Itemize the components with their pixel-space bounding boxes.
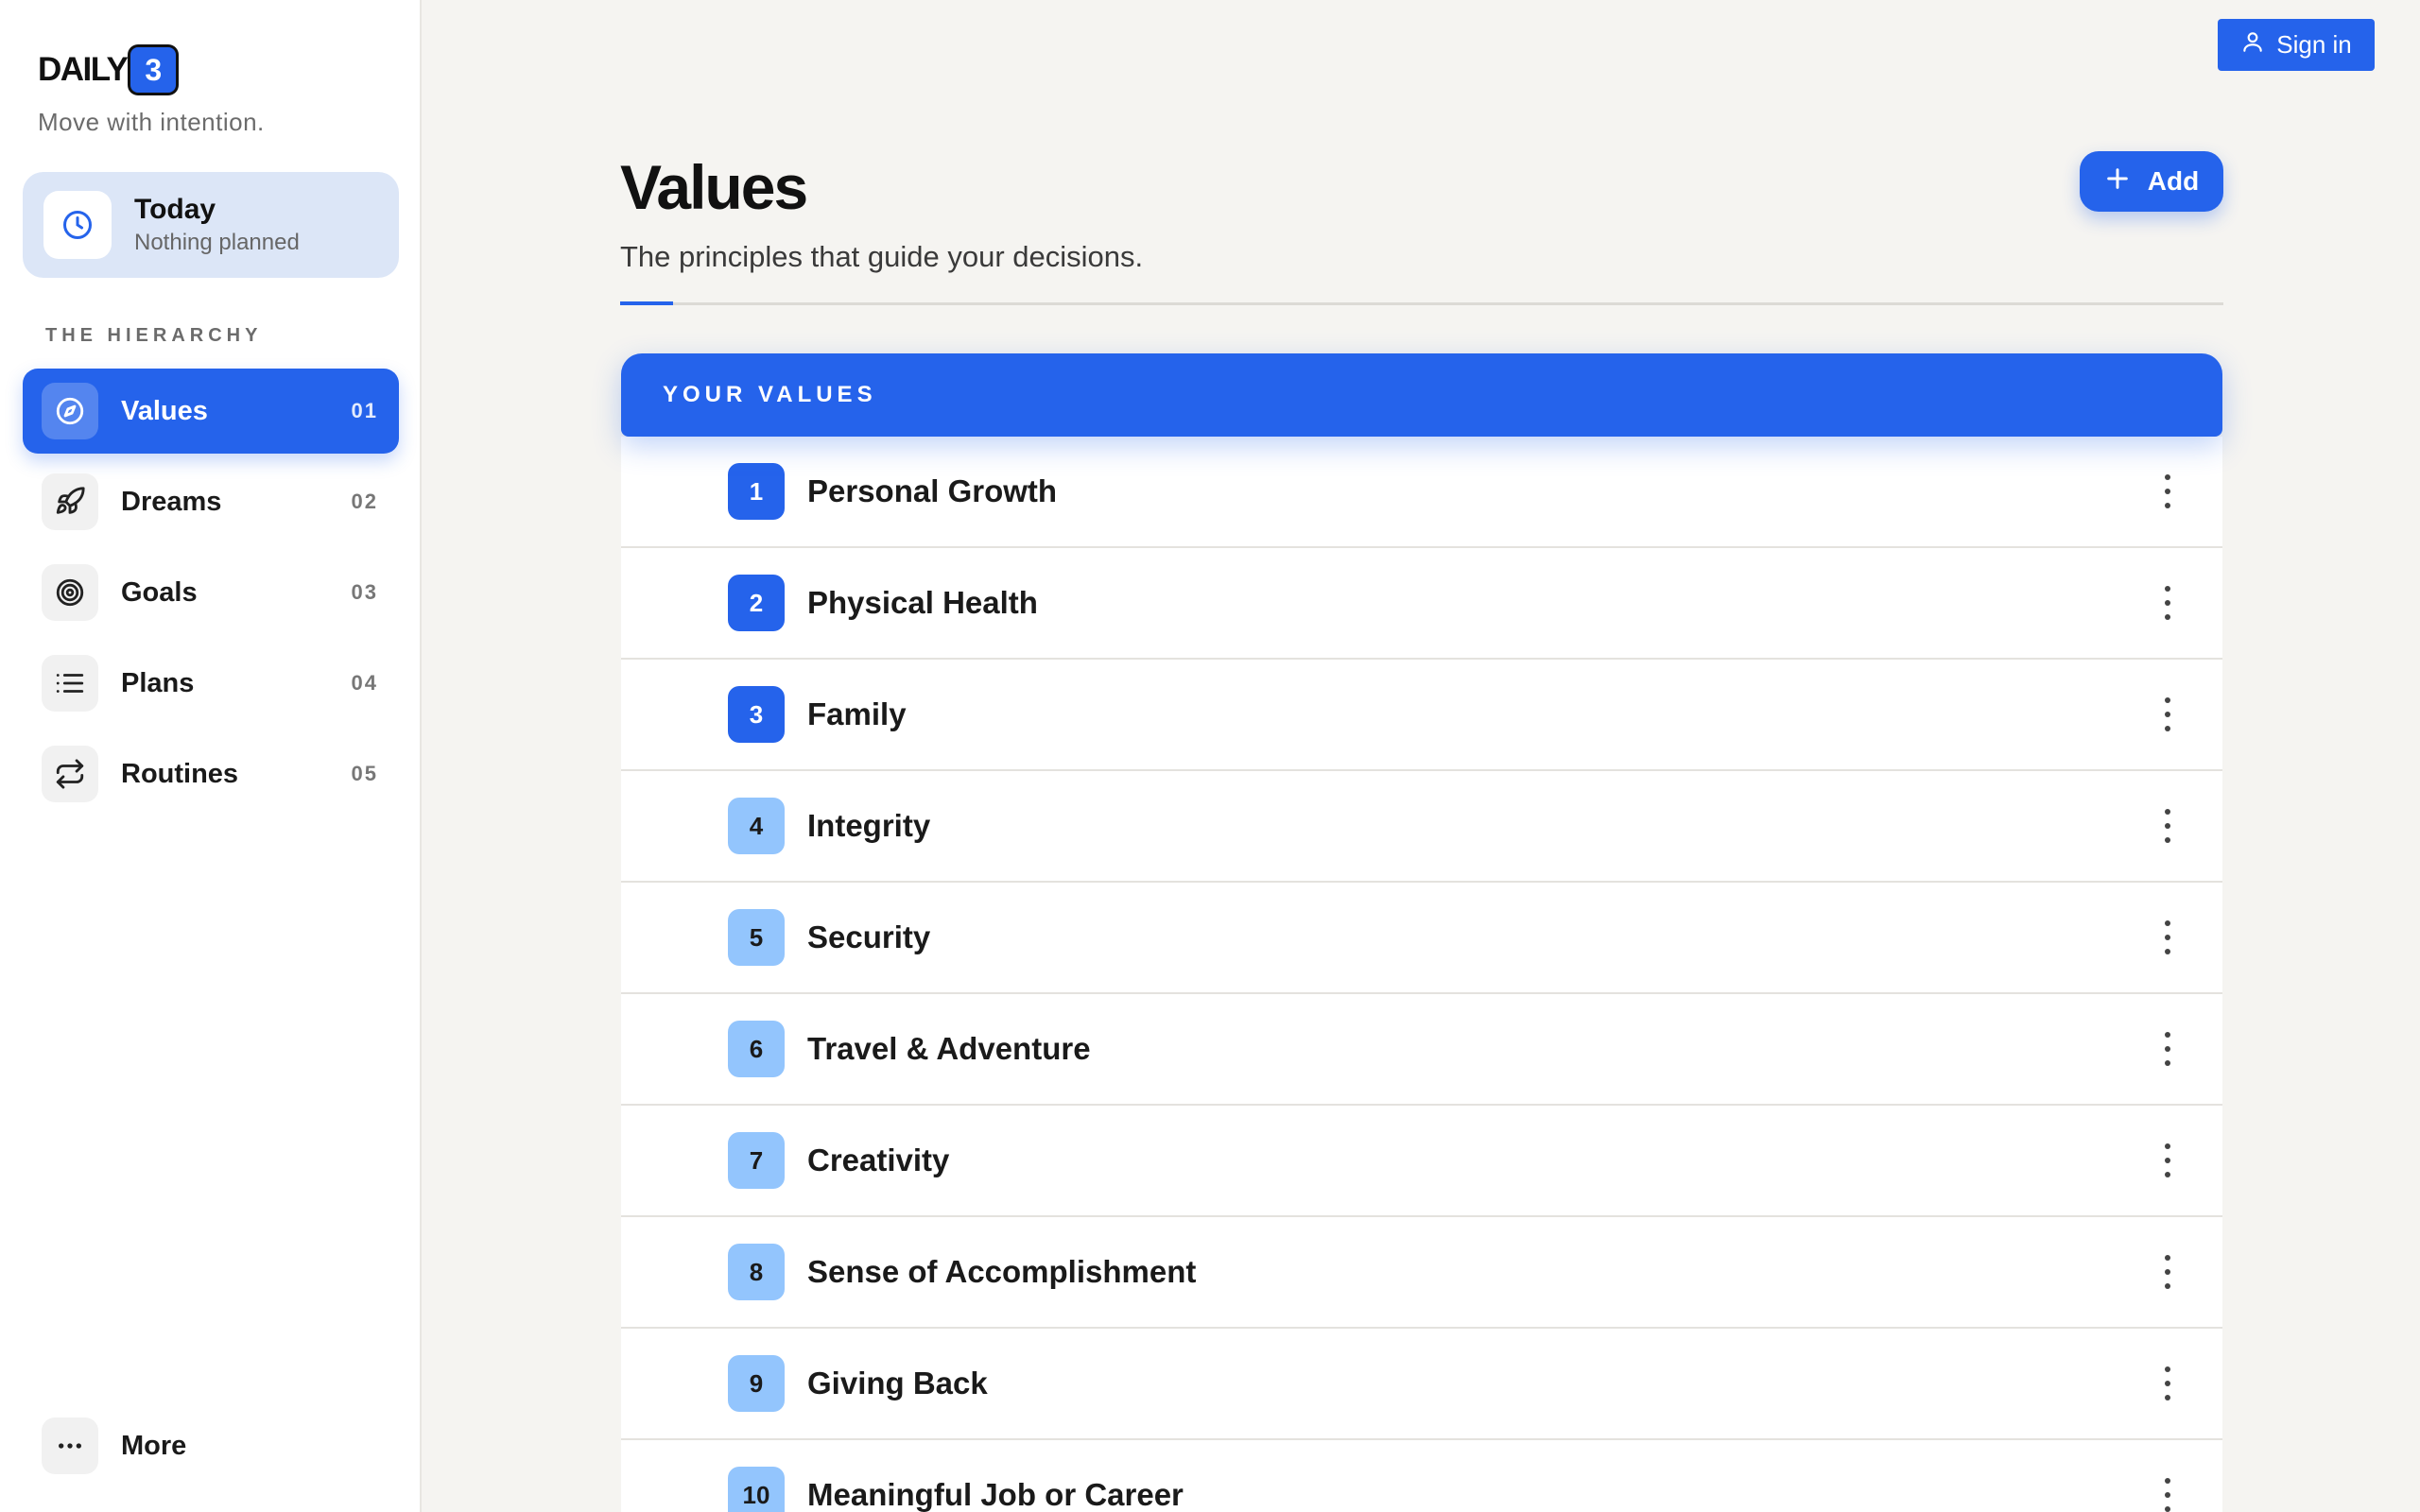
today-card[interactable]: Today Nothing planned <box>23 172 399 278</box>
tagline: Move with intention. <box>38 108 265 136</box>
target-icon <box>42 564 98 621</box>
sidebar: DAILY 3 Move with intention. Today Nothi… <box>0 0 422 1512</box>
value-name: Meaningful Job or Career <box>807 1477 1184 1512</box>
sidebar-item-number: 05 <box>351 762 378 785</box>
rocket-icon <box>42 473 98 530</box>
value-row[interactable]: 10 Meaningful Job or Career <box>621 1440 2222 1512</box>
logo[interactable]: DAILY 3 <box>38 47 177 93</box>
user-icon <box>2240 29 2265 60</box>
value-name: Security <box>807 919 931 954</box>
value-row[interactable]: 9 Giving Back <box>621 1329 2222 1440</box>
value-rank-badge: 10 <box>728 1467 785 1512</box>
kebab-menu-icon[interactable] <box>2162 920 2173 954</box>
value-rank-badge: 8 <box>728 1244 785 1300</box>
title-divider-accent <box>620 301 673 305</box>
compass-icon <box>42 383 98 439</box>
more-label: More <box>121 1430 187 1461</box>
sign-in-button[interactable]: Sign in <box>2218 19 2375 71</box>
sidebar-item-label: Plans <box>121 667 195 698</box>
kebab-menu-icon[interactable] <box>2162 474 2173 508</box>
value-rank-badge: 4 <box>728 798 785 854</box>
sidebar-item-routines[interactable]: Routines 05 <box>23 731 399 816</box>
sidebar-item-goals[interactable]: Goals 03 <box>23 550 399 635</box>
logo-word: DAILY <box>38 51 129 88</box>
sidebar-item-label: Dreams <box>121 486 222 517</box>
plus-icon <box>2104 165 2131 198</box>
value-rank-badge: 1 <box>728 463 785 520</box>
section-label: THE HIERARCHY <box>45 325 263 346</box>
value-row[interactable]: 7 Creativity <box>621 1106 2222 1217</box>
add-value-button[interactable]: Add <box>2080 151 2223 212</box>
today-subtitle: Nothing planned <box>134 230 300 255</box>
value-rank-badge: 7 <box>728 1132 785 1189</box>
kebab-menu-icon[interactable] <box>2162 1143 2173 1177</box>
value-row[interactable]: 8 Sense of Accomplishment <box>621 1217 2222 1329</box>
page-title: Values <box>620 152 808 222</box>
value-name: Travel & Adventure <box>807 1031 1091 1066</box>
kebab-menu-icon[interactable] <box>2162 1032 2173 1066</box>
sidebar-item-dreams[interactable]: Dreams 02 <box>23 459 399 544</box>
value-rank-badge: 6 <box>728 1021 785 1077</box>
today-title: Today <box>134 194 216 225</box>
value-name: Sense of Accomplishment <box>807 1254 1197 1289</box>
value-name: Integrity <box>807 808 931 843</box>
sidebar-item-label: Goals <box>121 576 198 608</box>
value-row[interactable]: 1 Personal Growth <box>621 437 2222 548</box>
list-icon <box>42 655 98 712</box>
value-row[interactable]: 4 Integrity <box>621 771 2222 883</box>
value-name: Family <box>807 696 907 731</box>
kebab-menu-icon[interactable] <box>2162 1255 2173 1289</box>
values-list-header: YOUR VALUES <box>621 353 2222 437</box>
value-name: Giving Back <box>807 1366 988 1400</box>
kebab-menu-icon[interactable] <box>2162 1366 2173 1400</box>
value-rank-badge: 3 <box>728 686 785 743</box>
value-row[interactable]: 3 Family <box>621 660 2222 771</box>
sidebar-item-number: 02 <box>351 490 378 513</box>
kebab-menu-icon[interactable] <box>2162 1478 2173 1512</box>
hierarchy-nav: Values 01 Dreams 02 Goals 03 Plans 04 Ro… <box>23 369 399 822</box>
value-rank-badge: 5 <box>728 909 785 966</box>
sign-in-label: Sign in <box>2276 30 2352 59</box>
sidebar-item-number: 03 <box>351 580 378 604</box>
sidebar-item-label: Values <box>121 395 208 426</box>
title-divider <box>620 302 2223 305</box>
value-row[interactable]: 6 Travel & Adventure <box>621 994 2222 1106</box>
logo-number: 3 <box>130 47 177 93</box>
kebab-menu-icon[interactable] <box>2162 809 2173 843</box>
sidebar-item-values[interactable]: Values 01 <box>23 369 399 454</box>
values-list: YOUR VALUES 1 Personal Growth 2 Physical He… <box>621 353 2222 1512</box>
add-label: Add <box>2147 166 2200 196</box>
sidebar-item-label: Routines <box>121 758 239 789</box>
sidebar-item-plans[interactable]: Plans 04 <box>23 641 399 726</box>
kebab-menu-icon[interactable] <box>2162 697 2173 731</box>
value-row[interactable]: 2 Physical Health <box>621 548 2222 660</box>
sidebar-item-number: 01 <box>351 399 378 422</box>
more-button[interactable]: More <box>42 1418 186 1474</box>
value-name: Physical Health <box>807 585 1038 620</box>
repeat-icon <box>42 746 98 802</box>
value-name: Creativity <box>807 1143 950 1177</box>
value-name: Personal Growth <box>807 473 1058 508</box>
value-row[interactable]: 5 Security <box>621 883 2222 994</box>
ellipsis-icon <box>42 1418 98 1474</box>
value-rank-badge: 2 <box>728 575 785 631</box>
kebab-menu-icon[interactable] <box>2162 586 2173 620</box>
sidebar-item-number: 04 <box>351 671 378 695</box>
app-root: DAILY 3 Move with intention. Today Nothi… <box>0 0 2420 1512</box>
values-rows: 1 Personal Growth 2 Physical Health 3 Family 4… <box>621 437 2222 1512</box>
clock-icon <box>43 191 112 259</box>
value-rank-badge: 9 <box>728 1355 785 1412</box>
page-subtitle: The principles that guide your decisions… <box>620 240 1144 273</box>
